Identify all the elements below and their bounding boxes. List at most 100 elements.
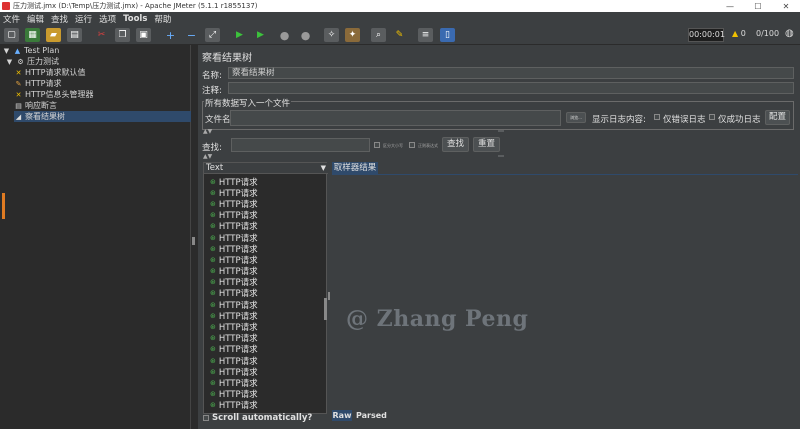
tree-item-http-request[interactable]: ✎ HTTP请求: [14, 78, 62, 89]
list-item[interactable]: ⊛ HTTP请求: [204, 344, 322, 355]
maximize-button[interactable]: ☐: [744, 2, 772, 11]
file-group-title: 所有数据写入一个文件: [204, 97, 292, 109]
list-item[interactable]: ⊛ HTTP请求: [204, 221, 322, 232]
result-splitter[interactable]: [328, 162, 331, 429]
search-icon[interactable]: ⌕: [371, 28, 386, 42]
filename-field[interactable]: [230, 110, 561, 126]
success-icon: ⊛: [210, 222, 216, 231]
list-item-label: HTTP请求: [218, 188, 258, 199]
errors-only-checkbox[interactable]: [654, 114, 660, 120]
tab-sampler-result[interactable]: 取样器结果: [332, 162, 378, 174]
function-helper-icon[interactable]: ≡: [418, 28, 433, 42]
list-scrollbar[interactable]: [324, 298, 327, 320]
dropdown-arrow-icon[interactable]: ▼: [321, 163, 326, 174]
list-item[interactable]: ⊛ HTTP请求: [204, 266, 322, 277]
splitter-grip[interactable]: [328, 292, 330, 300]
new-icon[interactable]: ▢: [4, 28, 19, 42]
list-item[interactable]: ⊛ HTTP请求: [204, 176, 322, 188]
reset-search-icon[interactable]: ✎: [392, 28, 407, 42]
success-only-checkbox[interactable]: [709, 114, 715, 120]
stop-icon[interactable]: ●: [277, 28, 292, 42]
toolbar: ▢ ▦ ▰ ▤ ✂ ❐ ▣ + − ⤢ ▶ ▶ ● ● ✧ ✦ ⌕ ✎ ≡ ▯ …: [0, 25, 800, 45]
menu-edit[interactable]: 编辑: [27, 13, 44, 25]
list-item[interactable]: ⊛ HTTP请求: [204, 277, 322, 288]
reset-button[interactable]: 重置: [473, 137, 500, 152]
case-sensitive-label: 区分大小写: [383, 143, 403, 148]
toggle-icon[interactable]: ⤢: [205, 28, 220, 42]
clear-all-icon[interactable]: ✦: [345, 28, 360, 42]
paste-icon[interactable]: ▣: [136, 28, 151, 42]
help-icon[interactable]: ▯: [440, 28, 455, 42]
tab-parsed[interactable]: Parsed: [356, 410, 387, 421]
copy-icon[interactable]: ❐: [115, 28, 130, 42]
menu-help[interactable]: 帮助: [154, 13, 171, 25]
success-icon: ⊛: [210, 334, 216, 343]
list-item[interactable]: ⊛ HTTP请求: [204, 377, 322, 389]
list-item[interactable]: ⊛ HTTP请求: [204, 400, 322, 411]
cut-icon[interactable]: ✂: [94, 28, 109, 42]
start-no-pause-icon[interactable]: ▶: [253, 28, 268, 42]
tree-item-label: HTTP请求: [25, 79, 62, 88]
list-item[interactable]: ⊛ HTTP请求: [204, 210, 322, 221]
list-header[interactable]: Text ▼: [204, 163, 328, 174]
tree-item-http-defaults[interactable]: ✕ HTTP请求默认值: [14, 67, 86, 78]
list-item-label: HTTP请求: [218, 401, 258, 412]
menu-run[interactable]: 运行: [75, 13, 92, 25]
scroll-auto-checkbox[interactable]: [203, 415, 209, 421]
open-icon[interactable]: ▰: [46, 28, 61, 42]
tree-item-results-tree[interactable]: ◢ 察看结果树: [14, 111, 191, 122]
list-item[interactable]: ⊛ HTTP请求: [204, 310, 322, 322]
expand-arrow-icon[interactable]: ▼: [5, 58, 14, 66]
configure-button[interactable]: 配置: [765, 110, 790, 125]
comment-label: 注释:: [202, 86, 222, 96]
tab-raw[interactable]: Raw: [332, 410, 352, 421]
name-field[interactable]: 察看结果树: [228, 67, 794, 79]
expand-icon[interactable]: +: [163, 28, 178, 42]
find-button[interactable]: 查找: [442, 137, 469, 152]
collapse-arrows-icon[interactable]: ▲▼: [203, 128, 212, 135]
case-sensitive-checkbox[interactable]: [374, 142, 380, 148]
start-icon[interactable]: ▶: [232, 28, 247, 42]
close-window-button[interactable]: ✕: [772, 2, 800, 11]
menu-search[interactable]: 查找: [51, 13, 68, 25]
list-item[interactable]: ⊛ HTTP请求: [204, 299, 322, 311]
menu-tools[interactable]: Tools: [123, 14, 147, 24]
warnings-indicator[interactable]: ▲ 0: [732, 29, 746, 38]
tree-item-assertion[interactable]: ▤ 响应断言: [14, 100, 57, 111]
tree-item-thread-group[interactable]: ▼ ⚙ 压力测试: [5, 56, 59, 67]
list-item[interactable]: ⊛ HTTP请求: [204, 243, 322, 255]
list-item[interactable]: ⊛ HTTP请求: [204, 232, 322, 244]
regex-checkbox[interactable]: [409, 142, 415, 148]
scroll-auto-option[interactable]: Scroll automatically?: [203, 413, 312, 423]
list-item[interactable]: ⊛ HTTP请求: [204, 198, 322, 210]
list-item[interactable]: ⊛ HTTP请求: [204, 321, 322, 333]
list-item[interactable]: ⊛ HTTP请求: [204, 288, 322, 299]
save-icon[interactable]: ▤: [67, 28, 82, 42]
search-input[interactable]: [231, 138, 370, 152]
menu-options[interactable]: 选项: [99, 13, 116, 25]
shutdown-icon[interactable]: ●: [298, 28, 313, 42]
list-item-label: HTTP请求: [218, 244, 258, 255]
collapse-grip[interactable]: [498, 155, 504, 157]
splitter-grip[interactable]: [192, 237, 195, 245]
tree-item-test-plan[interactable]: ▼ ▲ Test Plan: [2, 45, 60, 56]
list-item[interactable]: ⊛ HTTP请求: [204, 389, 322, 400]
collapse-arrows-icon[interactable]: ▲▼: [203, 153, 212, 160]
assertion-icon: ▤: [15, 101, 22, 110]
list-item[interactable]: ⊛ HTTP请求: [204, 187, 322, 199]
list-item[interactable]: ⊛ HTTP请求: [204, 254, 322, 266]
minimize-button[interactable]: —: [716, 2, 744, 11]
browse-button[interactable]: 浏览...: [566, 112, 586, 123]
tree-item-header-manager[interactable]: ✕ HTTP信息头管理器: [14, 89, 94, 100]
collapse-icon[interactable]: −: [184, 28, 199, 42]
list-item[interactable]: ⊛ HTTP请求: [204, 355, 322, 367]
expand-arrow-icon[interactable]: ▼: [2, 47, 11, 55]
collapse-grip[interactable]: [498, 130, 504, 132]
menu-file[interactable]: 文件: [3, 13, 20, 25]
templates-icon[interactable]: ▦: [25, 28, 40, 42]
clear-icon[interactable]: ✧: [324, 28, 339, 42]
list-item[interactable]: ⊛ HTTP请求: [204, 333, 322, 344]
remote-globe-icon[interactable]: ◍: [785, 28, 794, 39]
list-item[interactable]: ⊛ HTTP请求: [204, 366, 322, 378]
comment-field[interactable]: [228, 82, 794, 94]
